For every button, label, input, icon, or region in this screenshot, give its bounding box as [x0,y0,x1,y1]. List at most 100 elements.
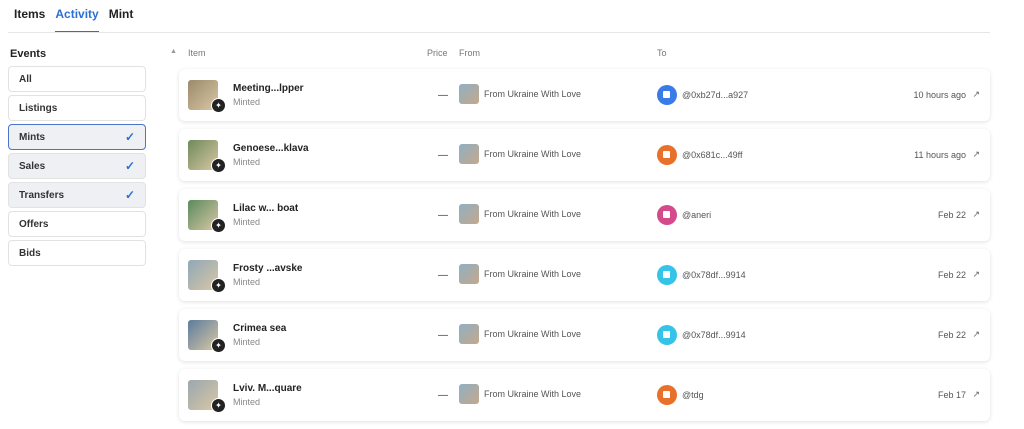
tab-items[interactable]: Items [14,0,45,26]
filter-label: Listings [19,102,58,114]
item-name[interactable]: Lilac w... boat [233,203,298,214]
filter-list: All Listings Mints ✓ Sales ✓ Transfers ✓ Offers B… [8,66,146,266]
to-avatar[interactable] [657,145,677,165]
external-link-icon[interactable]: ↗ [972,389,980,400]
check-icon: ✓ [124,130,135,144]
external-link-icon[interactable]: ↗ [972,269,980,280]
item-event: Minted [233,277,261,287]
event-time[interactable]: 10 hours ago [913,90,966,100]
item-price: — [438,210,448,221]
event-time[interactable]: Feb 22 [938,210,966,220]
from-collection-name[interactable]: From Ukraine With Love [484,209,581,219]
tab-activity[interactable]: Activity [55,0,99,33]
item-event: Minted [233,157,261,167]
filter-listings[interactable]: Listings [8,95,146,121]
to-avatar[interactable] [657,385,677,405]
item-event: Minted [233,97,261,107]
tab-bar: Items Activity Mint [14,0,133,33]
mint-badge-icon: ✦ [211,158,226,173]
item-name[interactable]: Lviv. M...quare [233,383,302,394]
avatar-glyph-icon [663,331,670,338]
to-address[interactable]: @aneri [682,210,711,220]
avatar-glyph-icon [663,271,670,278]
tab-mint[interactable]: Mint [109,0,134,26]
header-to: To [657,48,667,58]
item-name[interactable]: Genoese...klava [233,143,309,154]
filter-label: Transfers [19,189,65,201]
mint-badge-icon: ✦ [211,218,226,233]
check-icon: ✓ [124,159,135,173]
to-address[interactable]: @tdg [682,390,704,400]
sidebar-title: Events [10,48,47,60]
item-name[interactable]: Meeting...lpper [233,83,304,94]
sort-caret-icon[interactable]: ▲ [170,48,177,55]
filter-label: Sales [19,160,46,172]
from-collection-thumbnail[interactable] [459,264,479,284]
filter-mints[interactable]: Mints ✓ [8,124,146,150]
item-price: — [438,150,448,161]
from-collection-thumbnail[interactable] [459,144,479,164]
events-sidebar: Events All Listings Mints ✓ Sales ✓ Transfers ✓… [8,48,146,269]
filter-transfers[interactable]: Transfers ✓ [8,182,146,208]
filter-sales[interactable]: Sales ✓ [8,153,146,179]
table-row[interactable]: ✦ Frosty ...avske Minted — From Ukraine … [179,249,990,301]
from-collection-thumbnail[interactable] [459,324,479,344]
avatar-glyph-icon [663,91,670,98]
to-avatar[interactable] [657,265,677,285]
external-link-icon[interactable]: ↗ [972,209,980,220]
item-event: Minted [233,397,261,407]
from-collection-thumbnail[interactable] [459,84,479,104]
item-price: — [438,270,448,281]
item-price: — [438,330,448,341]
from-collection-name[interactable]: From Ukraine With Love [484,389,581,399]
header-item: Item [188,48,206,58]
to-avatar[interactable] [657,85,677,105]
activity-table: ✦ Meeting...lpper Minted — From Ukraine … [179,69,990,429]
to-address[interactable]: @0x681c...49ff [682,150,743,160]
filter-label: Offers [19,218,49,230]
event-time[interactable]: Feb 22 [938,270,966,280]
check-icon: ✓ [124,188,135,202]
table-header: ▲ Item Price From To [170,48,990,62]
from-collection-thumbnail[interactable] [459,384,479,404]
table-row[interactable]: ✦ Meeting...lpper Minted — From Ukraine … [179,69,990,121]
item-price: — [438,90,448,101]
avatar-glyph-icon [663,211,670,218]
to-address[interactable]: @0x78df...9914 [682,330,746,340]
item-name[interactable]: Frosty ...avske [233,263,302,274]
filter-label: All [19,73,32,85]
avatar-glyph-icon [663,151,670,158]
table-row[interactable]: ✦ Genoese...klava Minted — From Ukraine … [179,129,990,181]
filter-all[interactable]: All [8,66,146,92]
table-row[interactable]: ✦ Crimea sea Minted — From Ukraine With … [179,309,990,361]
from-collection-name[interactable]: From Ukraine With Love [484,149,581,159]
mint-badge-icon: ✦ [211,398,226,413]
item-name[interactable]: Crimea sea [233,323,286,334]
to-address[interactable]: @0x78df...9914 [682,270,746,280]
event-time[interactable]: Feb 22 [938,330,966,340]
event-time[interactable]: 11 hours ago [914,150,966,160]
avatar-glyph-icon [663,391,670,398]
from-collection-name[interactable]: From Ukraine With Love [484,89,581,99]
from-collection-thumbnail[interactable] [459,204,479,224]
filter-label: Bids [19,247,41,259]
to-avatar[interactable] [657,205,677,225]
external-link-icon[interactable]: ↗ [972,89,980,100]
external-link-icon[interactable]: ↗ [972,149,980,160]
external-link-icon[interactable]: ↗ [972,329,980,340]
filter-offers[interactable]: Offers [8,211,146,237]
filter-label: Mints [19,131,46,143]
mint-badge-icon: ✦ [211,338,226,353]
from-collection-name[interactable]: From Ukraine With Love [484,329,581,339]
filter-bids[interactable]: Bids [8,240,146,266]
to-address[interactable]: @0xb27d...a927 [682,90,748,100]
table-row[interactable]: ✦ Lviv. M...quare Minted — From Ukraine … [179,369,990,421]
mint-badge-icon: ✦ [211,98,226,113]
header-from: From [459,48,480,58]
table-row[interactable]: ✦ Lilac w... boat Minted — From Ukraine … [179,189,990,241]
event-time[interactable]: Feb 17 [938,390,966,400]
item-event: Minted [233,217,261,227]
from-collection-name[interactable]: From Ukraine With Love [484,269,581,279]
to-avatar[interactable] [657,325,677,345]
tabs-divider [8,32,990,33]
